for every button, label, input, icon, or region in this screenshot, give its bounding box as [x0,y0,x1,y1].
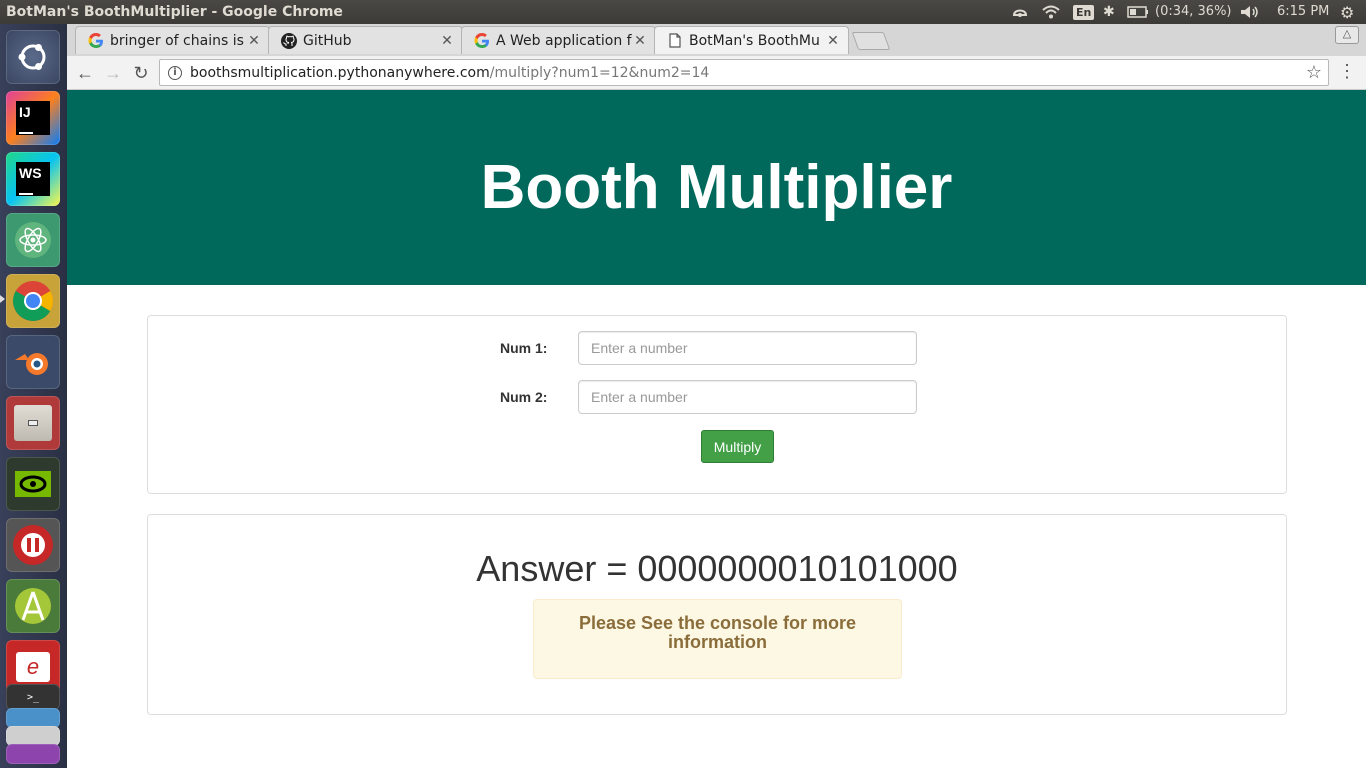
webstorm-icon[interactable]: WS [6,152,60,206]
blender-icon[interactable] [6,335,60,389]
num2-row: Num 2: [148,380,1286,414]
android-studio-icon[interactable] [6,579,60,633]
multiply-button[interactable]: Multiply [701,430,774,463]
screenshot-tool-icon[interactable] [6,708,60,728]
battery-icon[interactable] [1127,3,1149,21]
battery-status: (0:34, 36%) [1155,4,1232,19]
chrome-icon[interactable] [6,274,60,328]
settings-gear-icon[interactable]: ⚙ [1340,3,1354,22]
tab-booth-multiplier[interactable]: BotMan's BoothMu ✕ [654,26,849,54]
forward-arrow-icon[interactable]: → [101,61,125,85]
terminal-icon[interactable]: >_ [6,684,60,710]
profile-button[interactable]: △ [1335,26,1359,44]
page-icon [667,33,683,49]
num1-row: Num 1: [148,331,1286,365]
close-tab-icon[interactable]: ✕ [826,33,840,49]
input-form-panel: Num 1: Num 2: Multiply [147,315,1287,494]
google-icon [88,32,104,49]
keyboard-language-indicator[interactable]: En [1073,3,1095,21]
console-info-alert: Please See the console for more informat… [533,599,902,679]
tab-label: GitHub [303,32,352,49]
ubuntu-dash-icon[interactable] [6,30,60,84]
screen-recorder-icon[interactable] [6,518,60,572]
bookmark-star-icon[interactable]: ☆ [1306,62,1322,83]
file-manager-icon[interactable] [6,396,60,450]
unity-launcher: IJ WS e >_ [0,24,67,768]
num2-input[interactable] [578,380,917,414]
browser-toolbar: ← → ↻ i boothsmultiplication.pythonanywh… [67,56,1366,90]
system-top-panel: BotMan's BoothMultiplier - Google Chrome… [0,0,1366,24]
back-arrow-icon[interactable]: ← [73,61,97,85]
page-title: Booth Multiplier [480,153,953,222]
close-tab-icon[interactable]: ✕ [440,33,454,49]
chrome-menu-icon[interactable]: ⋮ [1337,61,1357,82]
site-info-icon[interactable]: i [168,65,182,80]
bluetooth-icon[interactable]: ✱ [1103,3,1115,21]
num1-input[interactable] [578,331,917,365]
answer-panel: Answer = 0000000010101000 Please See the… [147,514,1287,715]
num2-label: Num 2: [500,389,548,405]
language-badge: En [1073,4,1095,20]
clock[interactable]: 6:15 PM [1277,4,1329,19]
address-bar[interactable]: i boothsmultiplication.pythonanywhere.co… [159,59,1329,86]
browser-tab-strip: bringer of chains is ✕ GitHub ✕ A Web ap… [67,24,1366,56]
tab-label: bringer of chains is [110,32,244,49]
new-tab-button[interactable] [851,32,891,50]
page-content: Booth Multiplier Num 1: Num 2: Multiply … [67,90,1366,768]
close-tab-icon[interactable]: ✕ [247,33,261,49]
volume-icon[interactable] [1240,3,1260,21]
github-icon [281,32,297,49]
header-banner: Booth Multiplier [67,90,1366,285]
tab-google-search[interactable]: bringer of chains is ✕ [75,26,270,54]
dropbox-icon[interactable] [1012,3,1028,21]
tab-label: BotMan's BoothMu [689,32,820,49]
tab-github[interactable]: GitHub ✕ [268,26,463,54]
url-host: boothsmultiplication.pythonanywhere.com [190,64,490,81]
google-icon [474,32,490,49]
workspace-switcher-icon[interactable] [6,744,60,764]
intellij-idea-icon[interactable]: IJ [6,91,60,145]
nvidia-settings-icon[interactable] [6,457,60,511]
answer-text: Answer = 0000000010101000 [476,548,958,589]
window-title: BotMan's BoothMultiplier - Google Chrome [6,4,343,20]
reload-icon[interactable]: ↻ [129,61,153,85]
num1-label: Num 1: [500,340,548,356]
tab-label: A Web application f [496,32,632,49]
tab-google-web-app[interactable]: A Web application f ✕ [461,26,656,54]
atom-editor-icon[interactable] [6,213,60,267]
software-updater-icon[interactable] [6,726,60,746]
url-path: /multiply?num1=12&num2=14 [489,64,710,81]
running-indicator [0,295,5,303]
wifi-icon[interactable] [1042,3,1060,21]
close-tab-icon[interactable]: ✕ [633,33,647,49]
